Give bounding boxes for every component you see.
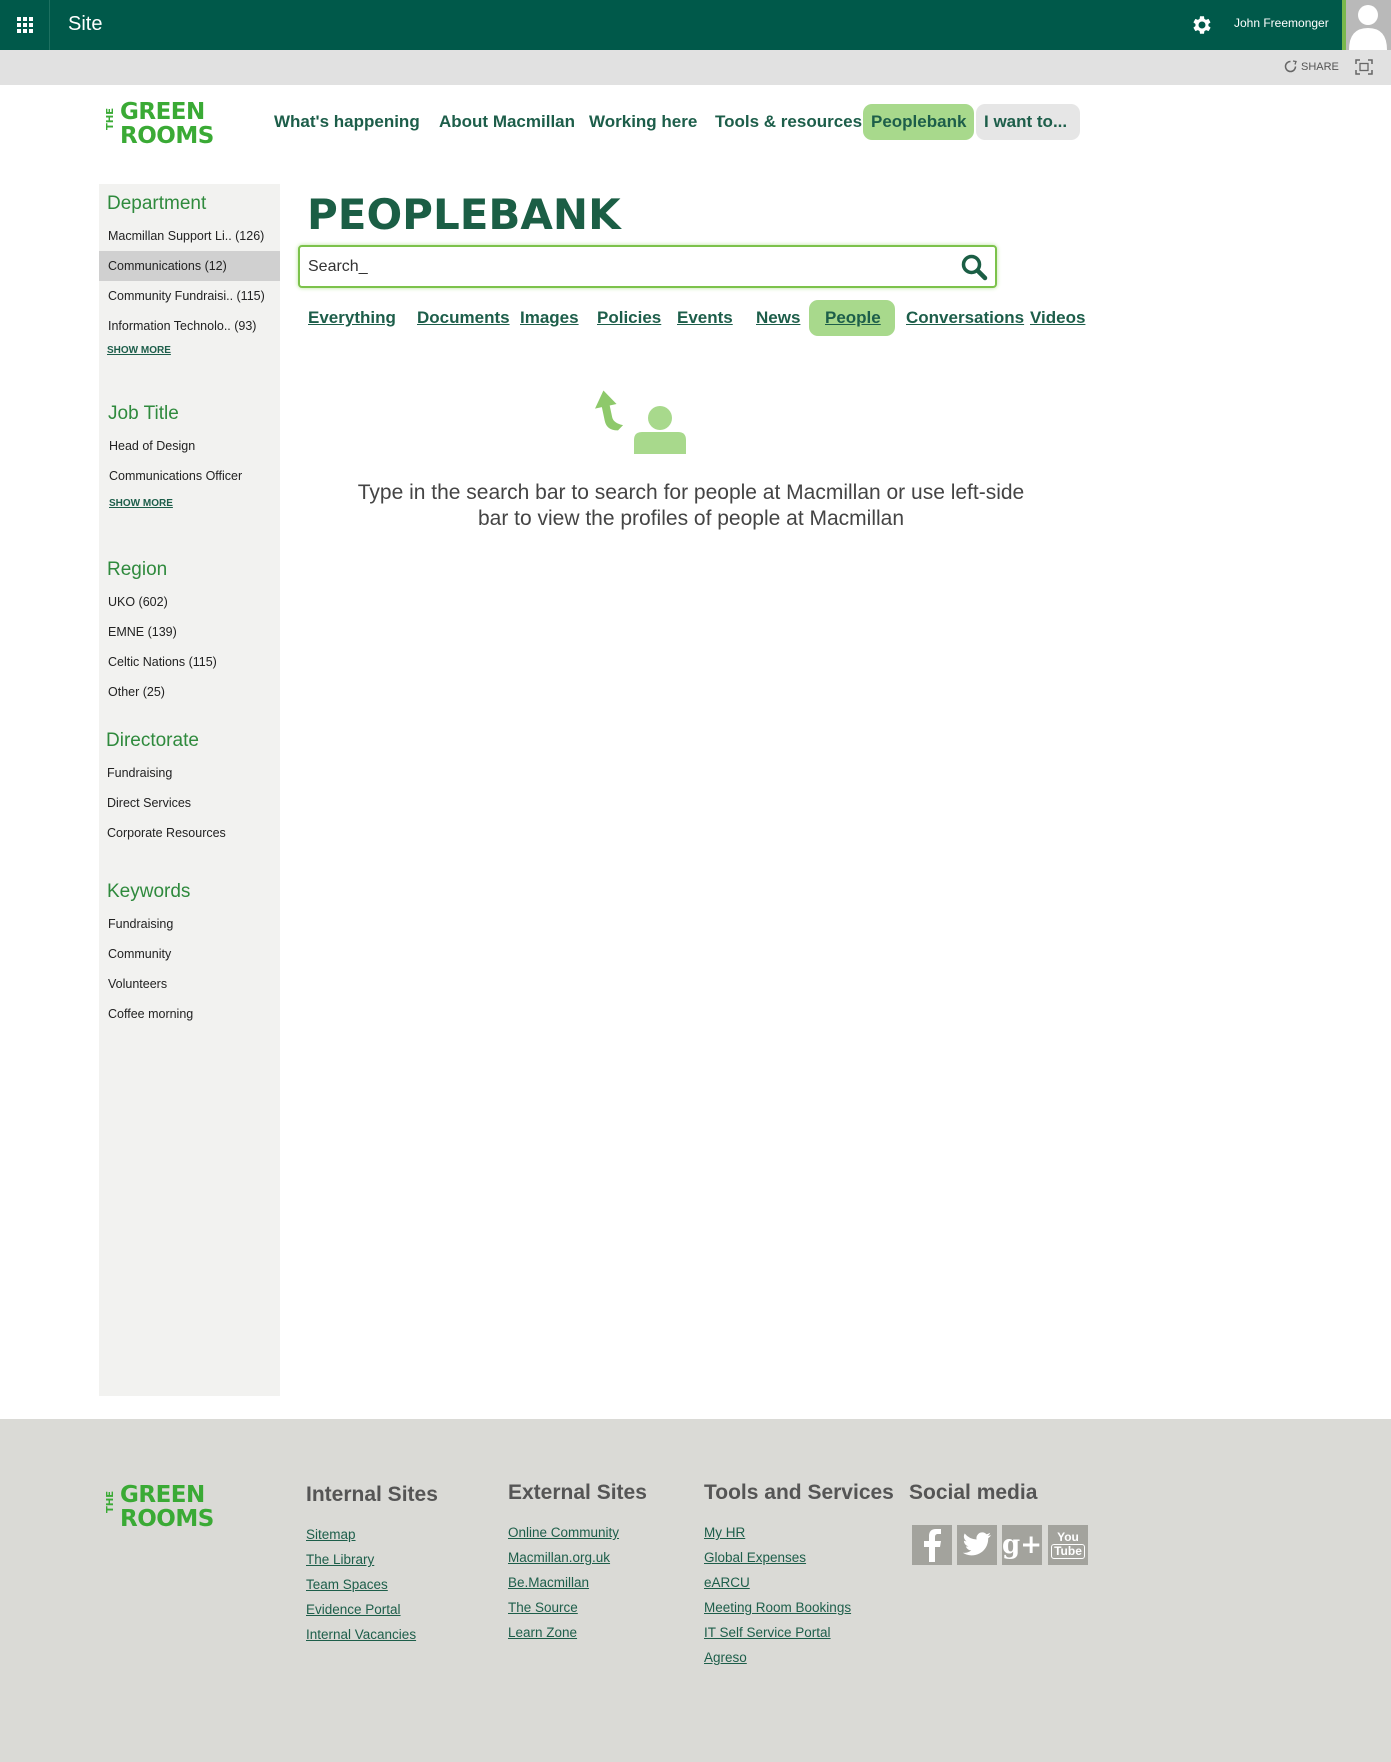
footer-link[interactable]: Global Expenses (704, 1550, 806, 1565)
focus-mode-icon[interactable] (1355, 59, 1373, 75)
facet-item[interactable]: Direct Services (99, 788, 280, 818)
footer-link[interactable]: Team Spaces (306, 1577, 388, 1592)
logo-line1: GREEN (120, 1482, 205, 1508)
facet-title-keywords: Keywords (107, 881, 191, 902)
footer-link[interactable]: Online Community (508, 1525, 619, 1540)
facet-item[interactable]: Fundraising (99, 758, 280, 788)
share-button[interactable]: SHARE (1284, 60, 1339, 73)
search-box (298, 245, 997, 288)
footer (0, 1419, 1391, 1762)
facet-item[interactable]: Corporate Resources (99, 818, 280, 848)
tab-conversations[interactable]: Conversations (898, 300, 1032, 336)
tab-videos[interactable]: Videos (1022, 300, 1093, 336)
footer-link[interactable]: Meeting Room Bookings (704, 1600, 851, 1615)
empty-message-line1: Type in the search bar to search for peo… (357, 481, 1025, 504)
footer-link[interactable]: IT Self Service Portal (704, 1625, 831, 1640)
footer-link[interactable]: The Source (508, 1600, 578, 1615)
green-rooms-logo[interactable]: THE GREEN ROOMS (105, 99, 216, 152)
tab-events[interactable]: Events (669, 300, 741, 336)
facet-item[interactable]: Coffee morning (99, 999, 280, 1029)
footer-link[interactable]: Sitemap (306, 1527, 356, 1542)
refinement-sidebar: Department Macmillan Support Li.. (126) … (99, 184, 280, 1396)
site-name[interactable]: Site (68, 13, 102, 36)
nav-whats-happening[interactable]: What's happening (266, 104, 428, 140)
empty-state-message: Type in the search bar to search for peo… (330, 480, 1052, 532)
people-search-icon (595, 390, 686, 454)
facet-item[interactable]: Other (25) (99, 677, 280, 707)
share-label: SHARE (1301, 60, 1339, 73)
gear-icon[interactable] (1190, 13, 1214, 37)
share-bar: SHARE (0, 50, 1391, 85)
page-title: PEOPLEBANK (307, 190, 621, 239)
facet-item[interactable]: EMNE (139) (99, 617, 280, 647)
search-icon[interactable] (960, 253, 988, 281)
user-silhouette-icon (1349, 5, 1387, 50)
app-launcher-button[interactable] (0, 0, 50, 50)
logo-line2: ROOMS (120, 123, 214, 149)
facet-title-department: Department (107, 193, 207, 214)
facet-item[interactable]: Macmillan Support Li.. (126) (99, 221, 280, 251)
tab-people[interactable]: People (809, 300, 895, 336)
logo-line2: ROOMS (120, 1506, 214, 1532)
tab-images[interactable]: Images (512, 300, 587, 336)
search-input[interactable] (308, 255, 928, 279)
facet-item[interactable]: UKO (602) (99, 587, 280, 617)
tab-policies[interactable]: Policies (589, 300, 669, 336)
facet-title-directorate: Directorate (106, 730, 199, 751)
nav-tools-resources[interactable]: Tools & resources (707, 104, 870, 140)
nav-about-macmillan[interactable]: About Macmillan (431, 104, 583, 140)
logo-the: THE (105, 1490, 116, 1513)
logo-line1: GREEN (120, 99, 205, 125)
facet-item[interactable]: Information Technolo.. (93) (99, 311, 280, 341)
logo-the: THE (105, 107, 116, 130)
facet-item[interactable]: Volunteers (99, 969, 280, 999)
suite-bar: Site John Freemonger (0, 0, 1391, 50)
footer-social-title: Social media (909, 1481, 1038, 1504)
nav-peoplebank[interactable]: Peoplebank (863, 104, 975, 140)
footer-link[interactable]: Evidence Portal (306, 1602, 401, 1617)
share-icon (1284, 60, 1297, 73)
facebook-icon[interactable] (912, 1525, 952, 1565)
twitter-icon[interactable] (957, 1525, 997, 1565)
youtube-icon[interactable]: You Tube (1048, 1525, 1088, 1565)
footer-internal-title: Internal Sites (306, 1483, 438, 1506)
footer-tools-title: Tools and Services (704, 1481, 894, 1504)
user-name[interactable]: John Freemonger (1234, 16, 1329, 30)
empty-message-line2: bar to view the profiles of people at Ma… (477, 507, 905, 530)
footer-link[interactable]: Agreso (704, 1650, 747, 1665)
facet-title-region: Region (107, 559, 168, 580)
show-more-job-title[interactable]: SHOW MORE (109, 498, 173, 509)
tab-news[interactable]: News (748, 300, 808, 336)
footer-link[interactable]: Learn Zone (508, 1625, 577, 1640)
nav-i-want-to[interactable]: I want to... (976, 104, 1080, 140)
facet-item[interactable]: Communications Officer (99, 461, 280, 491)
nav-working-here[interactable]: Working here (581, 104, 705, 140)
facet-item[interactable]: Community (99, 939, 280, 969)
footer-external-title: External Sites (508, 1481, 647, 1504)
avatar[interactable] (1342, 0, 1391, 50)
facet-item-selected[interactable]: Communications (12) (99, 251, 280, 281)
waffle-icon (16, 17, 33, 33)
footer-link[interactable]: Macmillan.org.uk (508, 1550, 610, 1565)
footer-link[interactable]: eARCU (704, 1575, 750, 1590)
facet-item[interactable]: Head of Design (99, 431, 280, 461)
show-more-department[interactable]: SHOW MORE (107, 345, 171, 356)
footer-link[interactable]: My HR (704, 1525, 745, 1540)
facet-item[interactable]: Celtic Nations (115) (99, 647, 280, 677)
footer-link[interactable]: Be.Macmillan (508, 1575, 589, 1590)
footer-logo[interactable]: THE GREEN ROOMS (105, 1482, 216, 1535)
footer-link[interactable]: Internal Vacancies (306, 1627, 416, 1642)
facet-title-job-title: Job Title (108, 403, 179, 424)
footer-link[interactable]: The Library (306, 1552, 374, 1567)
facet-item[interactable]: Community Fundraisi.. (115) (99, 281, 280, 311)
tab-documents[interactable]: Documents (409, 300, 518, 336)
tab-everything[interactable]: Everything (300, 300, 404, 336)
facet-item[interactable]: Fundraising (99, 909, 280, 939)
google-plus-icon[interactable]: g+ (1002, 1525, 1042, 1565)
